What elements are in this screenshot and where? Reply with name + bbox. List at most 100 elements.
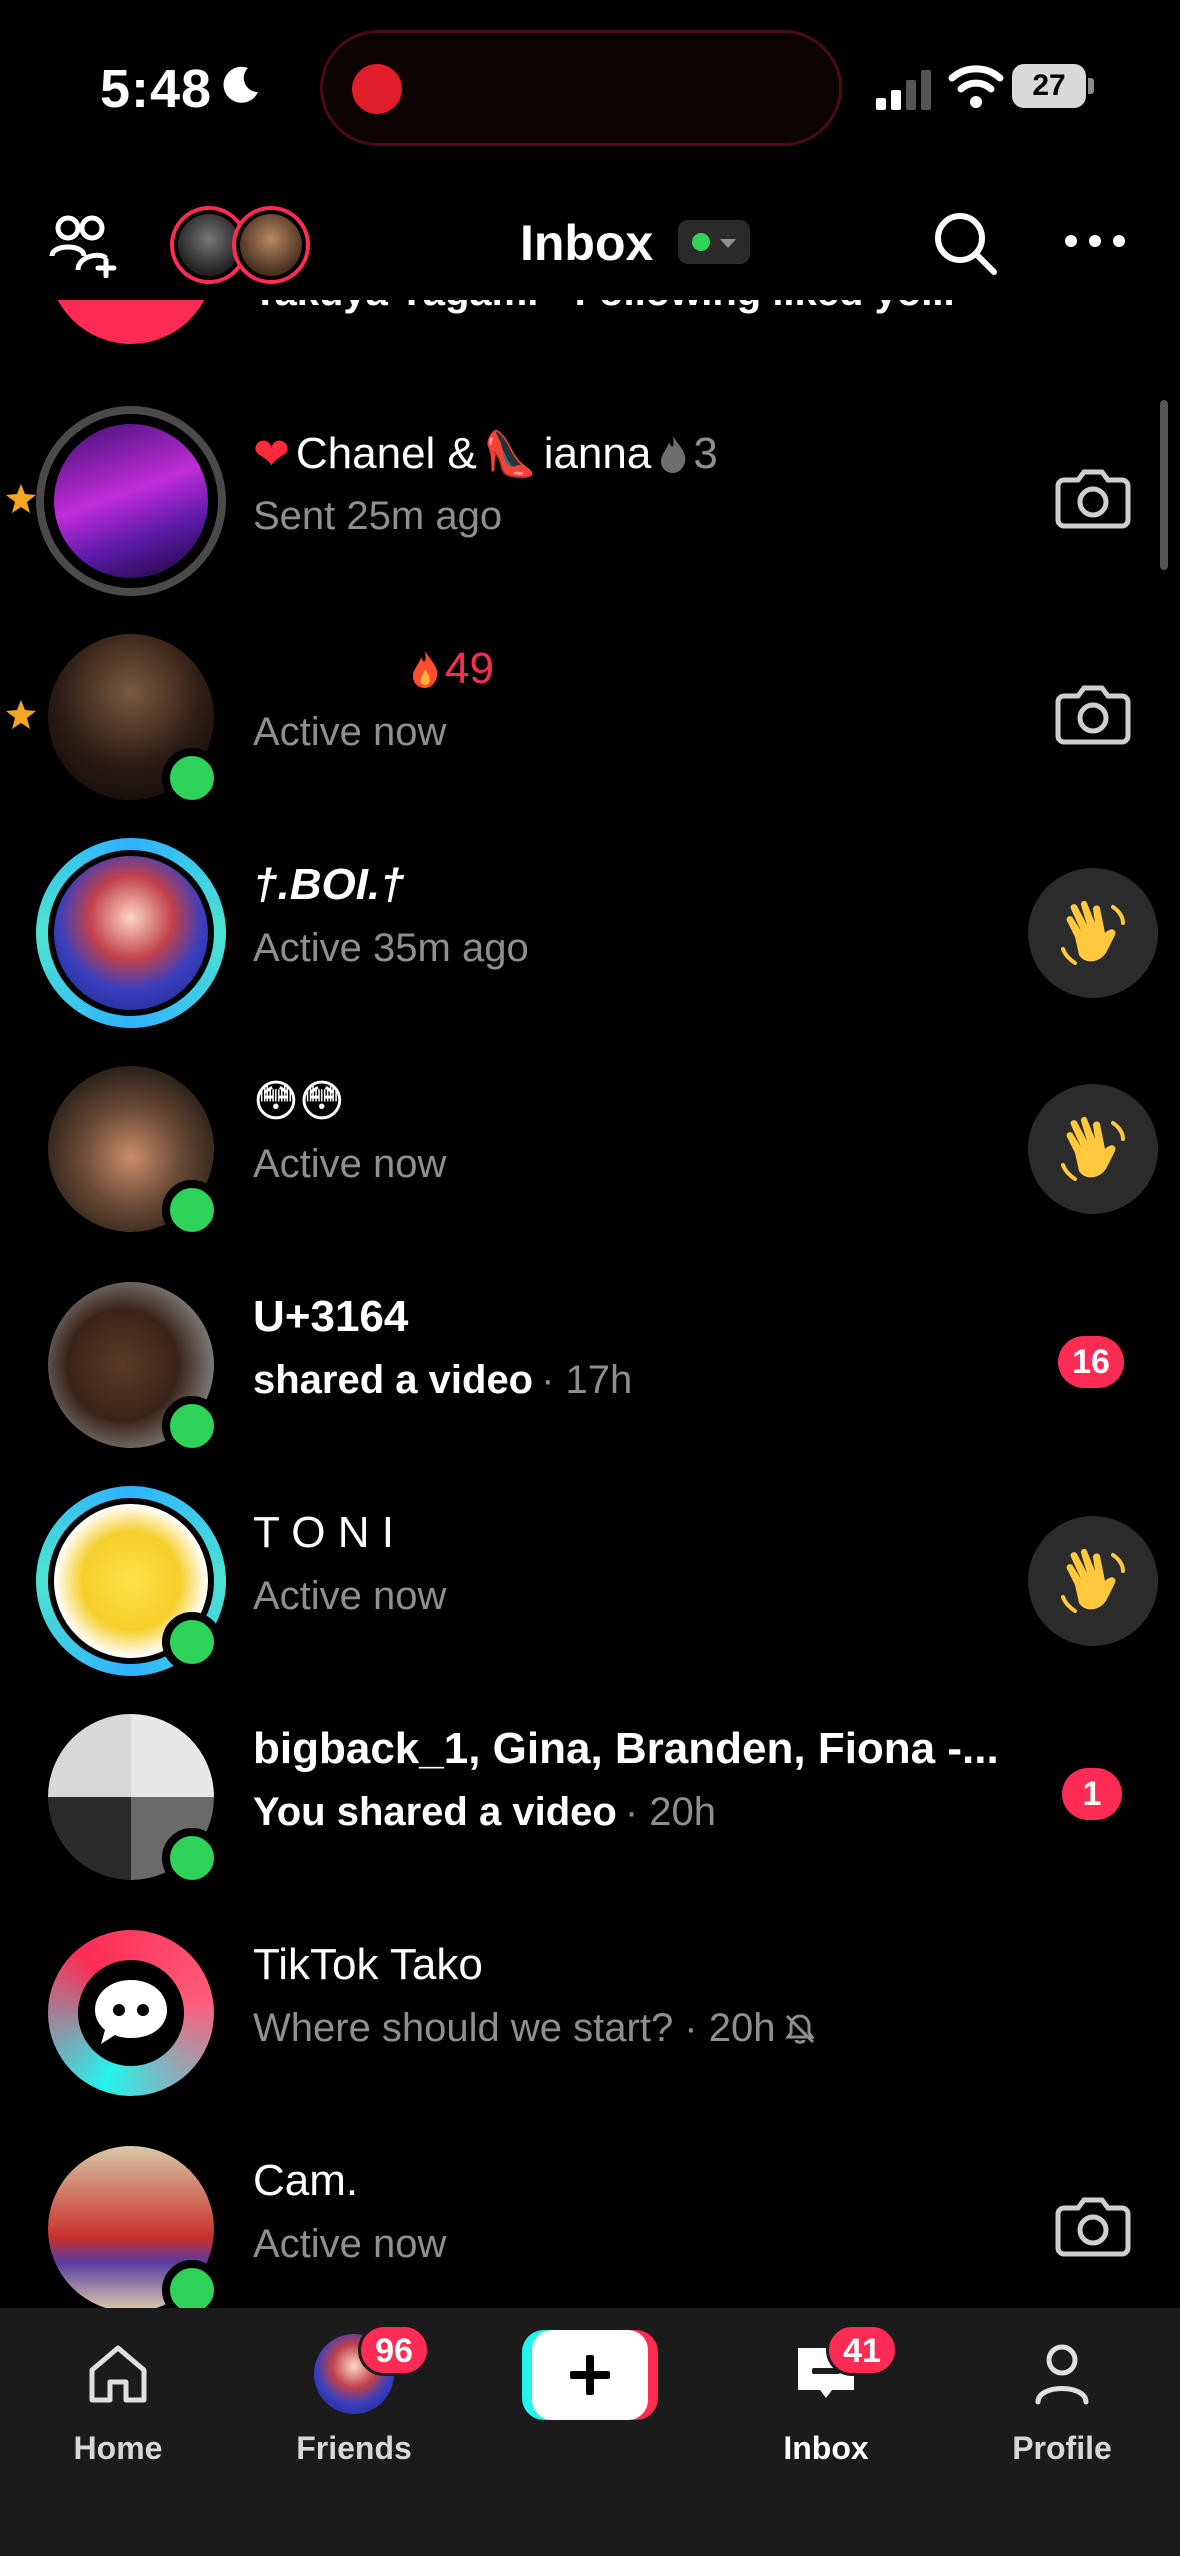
waving-hand-icon xyxy=(1061,900,1125,965)
search-icon[interactable] xyxy=(930,208,1000,278)
tab-profile[interactable]: Profile xyxy=(962,2328,1162,2478)
online-indicator xyxy=(162,1612,222,1672)
activity-avatar xyxy=(48,300,214,344)
list-item[interactable]: T O N I Active now xyxy=(0,1472,1180,1688)
conversation-name: 😳😳 xyxy=(253,1076,345,1127)
conversation-status: Where should we start? · 20h xyxy=(253,2006,817,2051)
unread-badge: 16 xyxy=(1058,1336,1124,1388)
conversation-status: Sent 25m ago xyxy=(253,494,503,538)
page-title: Inbox xyxy=(520,215,654,271)
wifi-icon xyxy=(948,65,1004,108)
tab-friends[interactable]: 96 Friends xyxy=(254,2324,454,2478)
inbox-badge: 41 xyxy=(826,2324,898,2376)
recording-indicator-icon xyxy=(352,64,402,114)
tab-inbox[interactable]: 41 Inbox xyxy=(726,2324,926,2478)
tab-profile-label: Profile xyxy=(1012,2430,1112,2466)
conversation-name: ❤ Chanel & 👠 ianna 3 xyxy=(253,428,718,481)
plus-icon xyxy=(570,2355,610,2395)
list-item[interactable]: TikTok Tako Where should we start? · 20h xyxy=(0,1904,1180,2120)
avatar[interactable] xyxy=(36,1918,226,2108)
conversation-status: Active 35m ago xyxy=(253,926,529,970)
conversation-list[interactable]: Takuya Yagami • Following liked yo... ❤ … xyxy=(0,300,1180,2308)
activity-text: Takuya Yagami • Following liked yo... xyxy=(253,300,955,315)
waving-hand-icon xyxy=(1061,1548,1125,1613)
list-item[interactable]: ❤ Chanel & 👠 ianna 3 Sent 25m ago xyxy=(0,392,1180,608)
list-item[interactable]: 😳😳 Active now xyxy=(0,1040,1180,1256)
heart-emoji-icon: ❤ xyxy=(253,428,290,480)
muted-bell-icon xyxy=(785,2013,816,2044)
create-button[interactable] xyxy=(522,2330,658,2420)
chat-bubble-icon xyxy=(95,1980,167,2044)
avatar[interactable] xyxy=(36,1054,226,1244)
camera-icon[interactable] xyxy=(1050,670,1136,756)
more-options-icon[interactable] xyxy=(1062,226,1128,256)
star-icon xyxy=(6,700,36,729)
conversation-name: †.BOI.† xyxy=(253,860,405,909)
list-item[interactable]: 49 Active now xyxy=(0,608,1180,824)
star-icon xyxy=(6,484,36,513)
conversation-status: Active now xyxy=(253,1142,447,1186)
conversation-status: Active now xyxy=(253,2222,447,2266)
friends-badge: 96 xyxy=(358,2324,430,2376)
streak-indicator: 3 xyxy=(657,429,718,479)
online-indicator xyxy=(162,2260,222,2308)
online-indicator xyxy=(162,1828,222,1888)
conversation-name: T O N I xyxy=(253,1508,394,1557)
status-time: 5:48 xyxy=(100,59,213,119)
battery-level: 27 xyxy=(1032,69,1066,102)
streak-indicator: 49 xyxy=(409,644,494,694)
online-dot-icon xyxy=(692,233,710,251)
tab-inbox-label: Inbox xyxy=(783,2430,869,2466)
list-item[interactable]: Cam. Active now xyxy=(0,2120,1180,2308)
conversation-status: shared a video · 17h xyxy=(253,1358,633,1402)
status-bar: 5:48 27 xyxy=(0,0,1180,180)
list-item[interactable]: bigback_1, Gina, Branden, Fiona -... You… xyxy=(0,1688,1180,1904)
avatar[interactable] xyxy=(36,1270,226,1460)
flame-icon xyxy=(661,436,686,473)
profile-icon xyxy=(1035,2344,1089,2405)
inbox-header: Inbox xyxy=(0,190,1180,300)
wave-button[interactable] xyxy=(1028,868,1158,998)
list-item[interactable]: †.BOI.† Active 35m ago xyxy=(0,824,1180,1040)
online-status-toggle[interactable] xyxy=(678,220,750,264)
avatar[interactable] xyxy=(36,838,226,1028)
high-heel-emoji-icon: 👠 xyxy=(482,429,538,480)
moon-icon xyxy=(223,66,258,103)
conversation-name: bigback_1, Gina, Branden, Fiona -... xyxy=(253,1724,999,1773)
tab-home[interactable]: Home xyxy=(18,2328,218,2478)
list-item[interactable]: Takuya Yagami • Following liked yo... xyxy=(0,300,1180,370)
flame-icon xyxy=(413,651,438,688)
camera-icon[interactable] xyxy=(1050,454,1136,540)
add-friends-icon[interactable] xyxy=(48,212,122,278)
story-avatar[interactable] xyxy=(232,206,310,284)
conversation-name: TikTok Tako xyxy=(253,1940,483,1989)
group-avatar[interactable] xyxy=(36,1702,226,1892)
camera-icon[interactable] xyxy=(1050,2182,1136,2268)
wave-button[interactable] xyxy=(1028,1084,1158,1214)
bottom-tab-bar: Home 96 Friends 41 Inbox Profile xyxy=(0,2308,1180,2556)
conversation-status: You shared a video · 20h xyxy=(253,1790,716,1834)
online-indicator xyxy=(162,1180,222,1240)
avatar[interactable] xyxy=(36,2134,226,2308)
online-indicator xyxy=(162,748,222,808)
cellular-signal-icon xyxy=(876,70,931,110)
stories-avatars[interactable] xyxy=(170,206,310,284)
chevron-down-icon xyxy=(720,239,736,248)
wave-button[interactable] xyxy=(1028,1516,1158,1646)
tab-home-label: Home xyxy=(73,2430,163,2466)
scrollbar[interactable] xyxy=(1160,400,1168,570)
battery-icon: 27 xyxy=(1012,64,1094,108)
conversation-status: Active now xyxy=(253,710,447,754)
avatar[interactable] xyxy=(36,406,226,596)
conversation-name: 49 xyxy=(253,644,494,694)
tab-friends-label: Friends xyxy=(296,2430,412,2466)
avatar[interactable] xyxy=(36,1486,226,1676)
conversation-name: U+3164 xyxy=(253,1292,409,1341)
waving-hand-icon xyxy=(1061,1116,1125,1181)
conversation-status: Active now xyxy=(253,1574,447,1618)
list-item[interactable]: U+3164 shared a video · 17h 16 xyxy=(0,1256,1180,1472)
unread-badge: 1 xyxy=(1062,1768,1122,1820)
avatar[interactable] xyxy=(36,622,226,812)
home-icon xyxy=(89,2345,147,2403)
conversation-name: Cam. xyxy=(253,2156,359,2205)
